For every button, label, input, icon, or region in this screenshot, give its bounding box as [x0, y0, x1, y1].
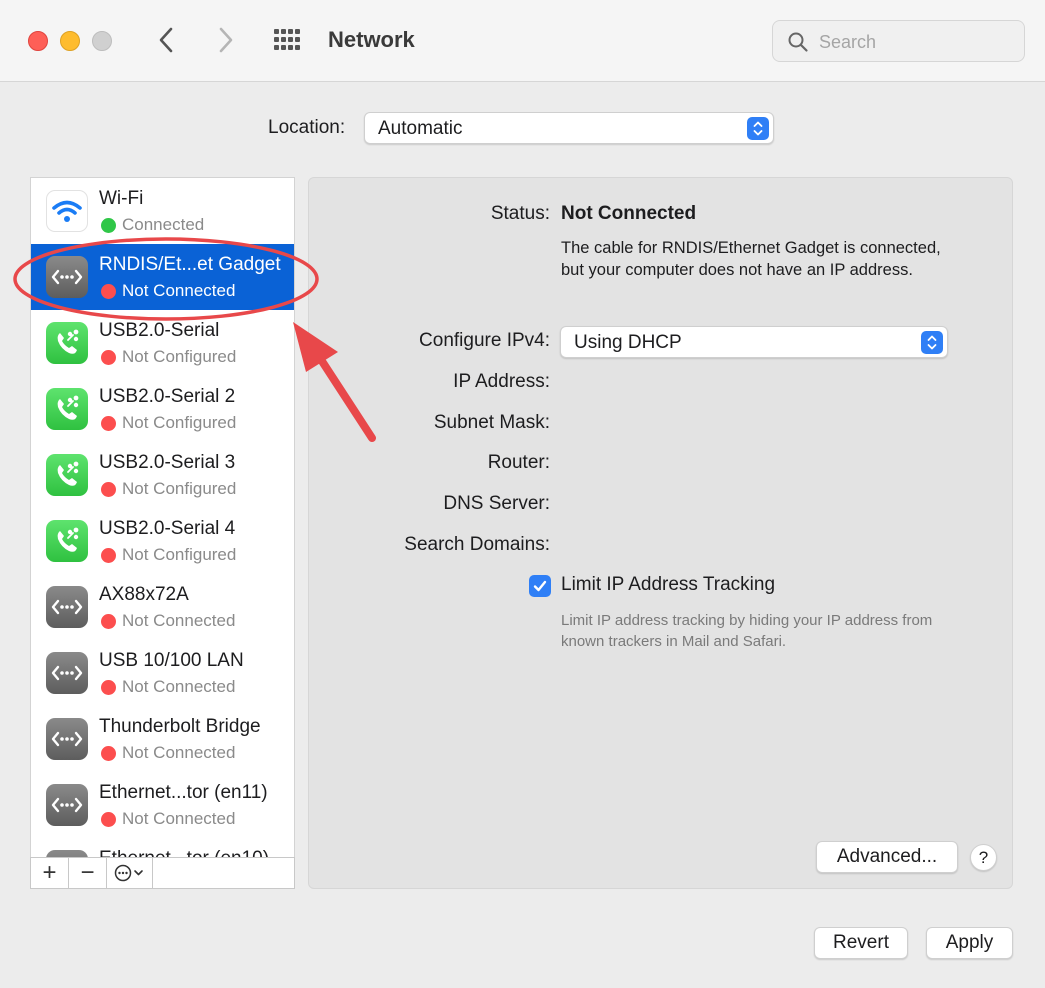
service-name: USB2.0-Serial 4: [99, 518, 236, 539]
service-item-rndis[interactable]: RNDIS/Et...et Gadget Not Connected: [31, 244, 294, 310]
location-label: Location:: [268, 117, 346, 138]
status-dot: [101, 482, 116, 497]
updown-chevron-icon: [921, 331, 943, 354]
checkmark-icon: [533, 580, 547, 592]
status-label: Status:: [490, 203, 550, 224]
ellipsis-circle-icon: [114, 864, 143, 882]
window-title: Network: [328, 27, 415, 52]
location-value: Automatic: [378, 118, 463, 139]
status-dot: [101, 416, 116, 431]
service-item-ax88x72a[interactable]: AX88x72A Not Connected: [31, 574, 294, 640]
service-status: Not Configured: [122, 545, 237, 564]
minimize-window-button[interactable]: [60, 31, 80, 51]
service-name: Thunderbolt Bridge: [99, 716, 261, 737]
service-status: Not Configured: [122, 479, 237, 498]
location-popup[interactable]: Automatic: [364, 112, 774, 144]
dns-server-label: DNS Server:: [443, 493, 550, 514]
service-list: Wi-Fi Connected RNDIS/Et...et Gadget Not…: [30, 177, 295, 859]
status-dot: [101, 350, 116, 365]
service-item-thunderbolt-bridge[interactable]: Thunderbolt Bridge Not Connected: [31, 706, 294, 772]
ethernet-icon: [46, 256, 88, 298]
zoom-window-button[interactable]: [92, 31, 112, 51]
configure-ipv4-value: Using DHCP: [574, 332, 682, 353]
advanced-button[interactable]: Advanced...: [816, 841, 958, 873]
limit-tracking-checkbox[interactable]: [529, 575, 551, 597]
wifi-icon: [46, 190, 88, 232]
status-dot: [101, 218, 116, 233]
revert-button[interactable]: Revert: [814, 927, 908, 959]
network-preferences-window: Network Location: Automatic Wi-Fi Connec…: [0, 0, 1045, 988]
phone-modem-icon: [46, 520, 88, 562]
service-list-toolbar: + −: [30, 857, 295, 889]
service-name: USB2.0-Serial 2: [99, 386, 236, 407]
service-name: AX88x72A: [99, 584, 189, 605]
limit-tracking-label[interactable]: Limit IP Address Tracking: [561, 574, 775, 596]
configure-ipv4-popup[interactable]: Using DHCP: [560, 326, 948, 358]
show-all-grid-icon[interactable]: [272, 27, 302, 53]
status-description: The cable for RNDIS/Ethernet Gadget is c…: [561, 239, 941, 279]
service-status: Not Configured: [122, 413, 237, 432]
ethernet-icon: [46, 652, 88, 694]
phone-modem-icon: [46, 454, 88, 496]
service-name: USB2.0-Serial: [99, 320, 220, 341]
service-name: USB 10/100 LAN: [99, 650, 244, 671]
configure-ipv4-label: Configure IPv4:: [419, 330, 550, 351]
search-input[interactable]: [819, 29, 1014, 55]
action-menu-button[interactable]: [107, 858, 153, 888]
status-dot: [101, 746, 116, 761]
service-status: Not Connected: [122, 743, 236, 762]
back-button[interactable]: [150, 22, 182, 58]
service-status: Not Connected: [122, 281, 236, 300]
add-service-button[interactable]: +: [31, 858, 69, 888]
router-label: Router:: [487, 452, 550, 473]
service-name: RNDIS/Et...et Gadget: [99, 254, 281, 275]
status-dot: [101, 284, 116, 299]
status-dot: [101, 680, 116, 695]
chevron-right-icon: [219, 27, 233, 53]
service-item-ethernet-en11[interactable]: Ethernet...tor (en11) Not Connected: [31, 772, 294, 838]
status-dot: [101, 548, 116, 563]
status-value: Not Connected: [561, 203, 697, 224]
service-status: Not Connected: [122, 677, 236, 696]
service-item-ethernet-en10[interactable]: Ethernet...tor (en10): [31, 838, 294, 858]
limit-tracking-description: Limit IP address tracking by hiding your…: [561, 612, 933, 650]
phone-modem-icon: [46, 388, 88, 430]
close-window-button[interactable]: [28, 31, 48, 51]
forward-button[interactable]: [210, 22, 242, 58]
service-status: Connected: [122, 215, 205, 234]
search-icon: [788, 32, 808, 52]
ip-address-label: IP Address:: [453, 371, 550, 392]
service-name: Wi-Fi: [99, 188, 144, 209]
service-name: USB2.0-Serial 3: [99, 452, 236, 473]
service-item-usb-lan[interactable]: USB 10/100 LAN Not Connected: [31, 640, 294, 706]
service-status: Not Configured: [122, 347, 237, 366]
apply-button[interactable]: Apply: [926, 927, 1013, 959]
remove-service-button[interactable]: −: [69, 858, 107, 888]
updown-chevron-icon: [747, 117, 769, 140]
toolbar: Network: [0, 0, 1045, 82]
ethernet-icon: [46, 586, 88, 628]
phone-modem-icon: [46, 322, 88, 364]
chevron-left-icon: [159, 27, 173, 53]
detail-panel: [308, 177, 1013, 889]
search-field[interactable]: [772, 20, 1025, 62]
help-button[interactable]: ?: [970, 844, 997, 871]
subnet-mask-label: Subnet Mask:: [433, 412, 550, 433]
service-status: Not Connected: [122, 809, 236, 828]
search-domains-label: Search Domains:: [404, 534, 550, 555]
status-dot: [101, 614, 116, 629]
service-status: Not Connected: [122, 611, 236, 630]
ethernet-icon: [46, 718, 88, 760]
status-dot: [101, 812, 116, 827]
service-name: Ethernet...tor (en11): [99, 782, 268, 803]
ethernet-icon: [46, 784, 88, 826]
